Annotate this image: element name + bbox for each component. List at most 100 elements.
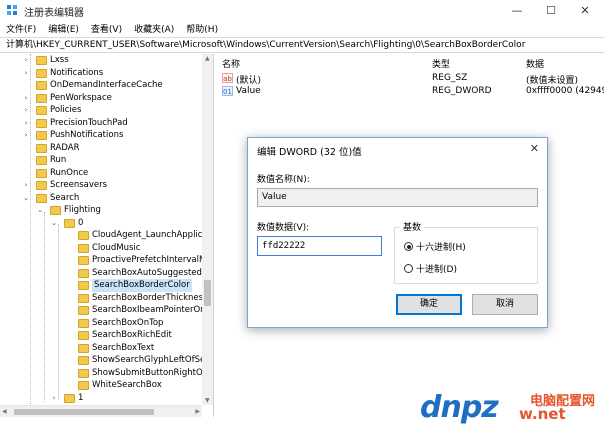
title-bar: 注册表编辑器 — ☐ ✕ — [0, 0, 604, 20]
scroll-down-arrow-icon[interactable]: ▼ — [205, 397, 210, 404]
folder-icon — [50, 206, 61, 215]
value-type: REG_DWORD — [432, 86, 492, 96]
tree-item[interactable]: › Policies — [0, 104, 202, 117]
tree-item[interactable]: › Notifications — [0, 67, 202, 80]
folder-icon — [78, 231, 89, 240]
tree-item[interactable]: WhiteSearchBox — [0, 379, 202, 392]
expand-right-icon[interactable]: › — [22, 117, 30, 130]
tree-item-label: SearchBoxRichEdit — [92, 330, 172, 340]
base-groupbox — [394, 227, 538, 284]
folder-icon — [36, 131, 47, 140]
expand-down-icon[interactable]: ⌄ — [36, 204, 44, 217]
tree-item-label: CloudMusic — [92, 242, 141, 253]
folder-icon — [78, 368, 89, 378]
list-row[interactable]: ab (默认) REG_SZ (数值未设置) — [216, 72, 604, 86]
tree-item[interactable]: › PenWorkspace — [0, 92, 202, 105]
expand-right-icon[interactable]: › — [50, 392, 58, 405]
value-data-label: 数值数据(V): — [257, 223, 310, 233]
folder-icon — [78, 343, 89, 353]
cancel-button[interactable]: 取消 — [472, 294, 538, 315]
folder-icon — [36, 93, 47, 103]
tree-item[interactable]: SearchBoxAutoSuggestedFo — [0, 267, 202, 280]
folder-icon — [78, 306, 89, 315]
tree-item[interactable]: › Lxss — [0, 54, 202, 67]
tree-item[interactable]: › PrecisionTouchPad — [0, 117, 202, 130]
close-window-button[interactable]: ✕ — [568, 0, 602, 20]
expand-right-icon[interactable]: › — [22, 129, 30, 142]
tree-item-label: Screensavers — [50, 180, 108, 190]
radio-dec-label: 十进制(D) — [416, 265, 457, 275]
expand-right-icon[interactable]: › — [22, 92, 30, 105]
expand-right-icon[interactable]: › — [22, 67, 30, 80]
list-header: 名称 类型 数据 — [216, 56, 604, 70]
value-data-input[interactable]: ffd22222 — [257, 236, 382, 256]
folder-icon — [36, 156, 47, 165]
expand-down-icon[interactable]: ⌄ — [50, 217, 58, 230]
list-row[interactable]: 01 Value REG_DWORD 0xffff0000 (4294901 — [216, 85, 604, 98]
tree-vertical-scrollbar[interactable]: ▲ ▼ — [202, 54, 213, 405]
tree-item[interactable]: SearchBoxRichEdit — [0, 329, 202, 342]
tree-item[interactable]: ProactivePrefetchIntervalMin — [0, 254, 202, 267]
ok-button[interactable]: 确定 — [396, 294, 462, 315]
tree-item-label: SearchBoxText — [92, 342, 155, 353]
tree-hscroll-thumb[interactable] — [14, 409, 154, 415]
tree-item[interactable]: CloudMusic — [0, 242, 202, 255]
tree-item[interactable]: › Screensavers — [0, 179, 202, 192]
folder-icon — [78, 318, 89, 328]
expand-right-icon[interactable]: › — [22, 104, 30, 117]
tree-item[interactable]: ⌄ Search — [0, 192, 202, 205]
menu-view[interactable]: 查看(V) — [91, 22, 122, 35]
tree-item-label: CloudAgent_LaunchApplicati — [92, 230, 202, 240]
tree-item[interactable]: ShowSearchGlyphLeftOfSear — [0, 354, 202, 367]
dialog-close-icon[interactable]: ✕ — [530, 142, 539, 155]
expand-down-icon[interactable]: ⌄ — [22, 192, 30, 205]
tree-item[interactable]: › PushNotifications — [0, 129, 202, 142]
tree-item[interactable]: RunOnce — [0, 167, 202, 180]
radio-unchecked-icon[interactable] — [404, 264, 413, 273]
tree-item[interactable]: ⌄ Flighting — [0, 204, 202, 217]
tree-item[interactable]: SearchBoxOnTop — [0, 317, 202, 330]
value-name: Value — [236, 86, 261, 96]
address-bar[interactable]: 计算机\HKEY_CURRENT_USER\Software\Microsoft… — [0, 37, 604, 53]
tree-item[interactable]: Run — [0, 154, 202, 167]
column-data-header[interactable]: 数据 — [526, 57, 544, 70]
folder-icon — [78, 281, 89, 290]
value-name-field: Value — [257, 188, 538, 207]
column-type-header[interactable]: 类型 — [432, 57, 450, 70]
tree-item[interactable]: SearchBoxBorderThickness — [0, 292, 202, 305]
tree-item-label: PrecisionTouchPad — [50, 117, 128, 128]
tree-item-label: 0 — [78, 217, 84, 228]
expand-right-icon[interactable]: › — [22, 179, 30, 192]
radio-dec[interactable]: 十进制(D) — [404, 262, 457, 275]
folder-icon — [78, 293, 89, 303]
tree-item-label: Run — [50, 155, 67, 165]
tree-item-label: PenWorkspace — [50, 92, 112, 103]
expand-right-icon[interactable]: › — [22, 54, 30, 67]
tree-scroll-thumb[interactable] — [204, 280, 211, 306]
tree-item[interactable]: › 1 — [0, 392, 202, 405]
menu-favorites[interactable]: 收藏夹(A) — [134, 22, 174, 35]
tree-item[interactable]: CloudAgent_LaunchApplicati — [0, 229, 202, 242]
menu-edit[interactable]: 编辑(E) — [48, 22, 79, 35]
tree-horizontal-scrollbar[interactable]: ◀ ▶ — [0, 405, 202, 417]
tree-item[interactable]: SearchBoxIbeamPointerOnH — [0, 304, 202, 317]
menu-file[interactable]: 文件(F) — [6, 22, 36, 35]
tree-item[interactable]: RADAR — [0, 142, 202, 155]
tree-item[interactable]: SearchBoxText — [0, 342, 202, 355]
maximize-button[interactable]: ☐ — [534, 0, 568, 20]
tree-item[interactable]: ⌄ 0 — [0, 217, 202, 230]
scroll-right-arrow-icon[interactable]: ▶ — [195, 408, 200, 415]
minimize-button[interactable]: — — [500, 0, 534, 20]
registry-tree: › Lxss › Notifications OnDemandInterfaceCach… — [0, 54, 214, 417]
column-name-header[interactable]: 名称 — [222, 57, 240, 70]
edit-dword-dialog: 编辑 DWORD (32 位)值 ✕ 数值名称(N): Value 数值数据(V… — [247, 137, 548, 328]
menu-help[interactable]: 帮助(H) — [186, 22, 218, 35]
radio-checked-icon[interactable] — [404, 242, 413, 251]
radio-hex[interactable]: 十六进制(H) — [404, 240, 466, 253]
scroll-left-arrow-icon[interactable]: ◀ — [2, 408, 7, 415]
folder-icon — [78, 268, 89, 278]
scroll-up-arrow-icon[interactable]: ▲ — [205, 55, 210, 62]
tree-item[interactable]: ShowSubmitButtonRightOfSe — [0, 367, 202, 380]
tree-item[interactable]: OnDemandInterfaceCache — [0, 79, 202, 92]
tree-item[interactable]: SearchBoxBorderColor — [0, 279, 202, 292]
